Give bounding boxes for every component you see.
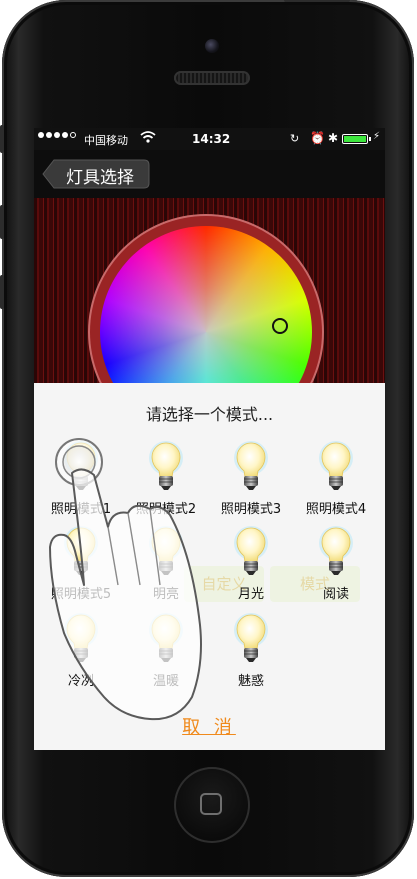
lightbulb-icon bbox=[319, 441, 353, 497]
lightbulb-icon bbox=[234, 613, 268, 669]
mode-label: 阅读 bbox=[322, 587, 349, 602]
navigation-bar: 灯具选择 bbox=[34, 150, 385, 198]
mode-item-lighting-3[interactable]: 照明模式3 bbox=[206, 441, 296, 521]
power-button bbox=[284, 0, 350, 2]
status-time: 14:32 bbox=[192, 132, 231, 146]
mode-item-charm[interactable]: 魅惑 bbox=[206, 613, 296, 693]
volume-down-button bbox=[0, 275, 4, 309]
lightbulb-icon bbox=[234, 526, 268, 582]
mode-label: 照明模式4 bbox=[305, 502, 367, 517]
color-wheel-picker[interactable] bbox=[272, 318, 288, 334]
alarm-icon: ⏰ bbox=[310, 131, 325, 145]
status-bar: 中国移动 14:32 ↻ ⏰ ✱ ⚡ bbox=[34, 128, 385, 150]
hand-gesture-icon bbox=[49, 438, 202, 721]
mode-item-moonlight[interactable]: 月光 bbox=[206, 526, 296, 606]
mute-switch bbox=[0, 125, 4, 153]
front-camera bbox=[205, 39, 219, 53]
charging-bolt-icon: ⚡ bbox=[373, 131, 381, 142]
home-button[interactable] bbox=[174, 767, 250, 843]
rotation-lock-icon: ↻ bbox=[290, 132, 300, 145]
earpiece-speaker bbox=[174, 71, 250, 85]
lightbulb-icon bbox=[234, 441, 268, 497]
mode-label: 照明模式3 bbox=[220, 502, 282, 517]
volume-up-button bbox=[0, 205, 4, 239]
battery-cap bbox=[369, 137, 371, 141]
mode-item-lighting-4[interactable]: 照明模式4 bbox=[291, 441, 381, 521]
back-button-label: 灯具选择 bbox=[66, 168, 134, 188]
mode-selection-dialog: 请选择一个模式... 自定义 模式 照明模式1 照明模式2 照明模式3 照明模式… bbox=[34, 383, 385, 750]
back-button[interactable]: 灯具选择 bbox=[42, 159, 150, 189]
phone-screen: 中国移动 14:32 ↻ ⏰ ✱ ⚡ 灯具选择 请选择一个模式... 自定义 模… bbox=[34, 128, 385, 750]
battery-icon bbox=[342, 134, 368, 144]
curtain-background bbox=[34, 198, 385, 448]
mode-label: 魅惑 bbox=[237, 674, 264, 689]
bluetooth-icon: ✱ bbox=[328, 131, 339, 145]
wifi-icon bbox=[140, 130, 156, 147]
dialog-title: 请选择一个模式... bbox=[145, 405, 274, 424]
mode-label: 月光 bbox=[237, 587, 264, 602]
home-square-icon bbox=[200, 793, 222, 815]
mode-item-reading[interactable]: 阅读 bbox=[291, 526, 381, 606]
lightbulb-icon bbox=[319, 526, 353, 582]
signal-strength-icon bbox=[38, 132, 76, 138]
carrier-name: 中国移动 bbox=[84, 134, 128, 147]
